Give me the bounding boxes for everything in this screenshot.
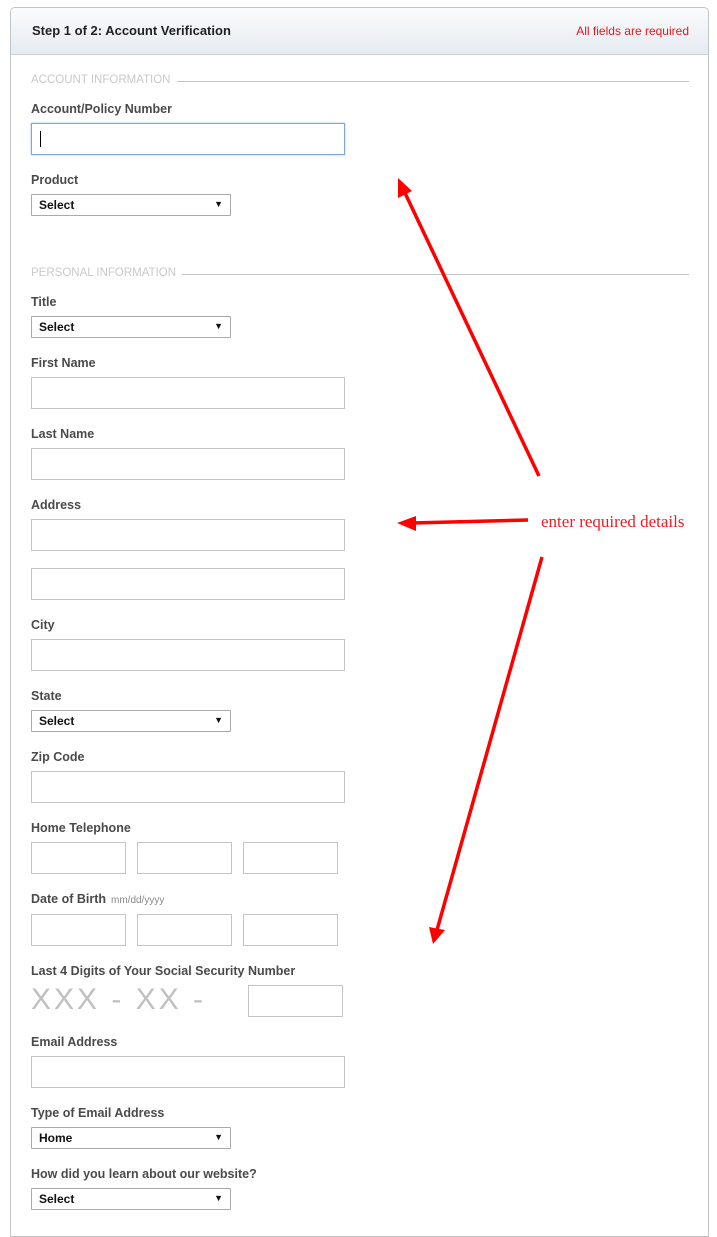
dob-year-input[interactable] bbox=[243, 914, 338, 946]
product-select[interactable]: Select ▼ bbox=[31, 194, 231, 216]
panel-header: Step 1 of 2: Account Verification All fi… bbox=[11, 8, 708, 55]
select-value: Select bbox=[39, 198, 75, 212]
referral-select[interactable]: Select ▼ bbox=[31, 1188, 231, 1210]
phone-line-number-input[interactable] bbox=[243, 842, 338, 874]
product-label: Product bbox=[31, 173, 79, 187]
phone-prefix-input[interactable] bbox=[137, 842, 232, 874]
account-number-label: Account/Policy Number bbox=[31, 102, 172, 116]
dob-month-input[interactable] bbox=[31, 914, 126, 946]
first-name-input[interactable] bbox=[31, 377, 345, 409]
first-name-label: First Name bbox=[31, 356, 96, 370]
address-label: Address bbox=[31, 498, 82, 512]
date-of-birth-label: Date of Birth mm/dd/yyyy bbox=[31, 892, 164, 906]
title-label: Title bbox=[31, 295, 57, 309]
select-value: Select bbox=[39, 714, 75, 728]
last-name-label: Last Name bbox=[31, 427, 95, 441]
select-value: Home bbox=[39, 1131, 73, 1145]
ssn-last4-input[interactable] bbox=[248, 985, 343, 1017]
city-input[interactable] bbox=[31, 639, 345, 671]
annotation-text: enter required details bbox=[541, 512, 685, 531]
email-type-label: Type of Email Address bbox=[31, 1106, 165, 1120]
zip-code-input[interactable] bbox=[31, 771, 345, 803]
city-label: City bbox=[31, 618, 55, 632]
ssn-mask: XXX - XX - bbox=[31, 983, 207, 1016]
chevron-down-icon: ▼ bbox=[214, 715, 223, 725]
last-name-input[interactable] bbox=[31, 448, 345, 480]
email-input[interactable] bbox=[31, 1056, 345, 1088]
dob-day-input[interactable] bbox=[137, 914, 232, 946]
section-label: PERSONAL INFORMATION bbox=[31, 267, 183, 279]
state-select[interactable]: Select ▼ bbox=[31, 710, 231, 732]
zip-code-label: Zip Code bbox=[31, 750, 85, 764]
referral-label: How did you learn about our website? bbox=[31, 1167, 257, 1181]
chevron-down-icon: ▼ bbox=[214, 321, 223, 331]
section-account-information: ACCOUNT INFORMATION bbox=[31, 74, 689, 88]
account-number-input[interactable] bbox=[31, 123, 345, 155]
select-value: Select bbox=[39, 320, 75, 334]
ssn-label: Last 4 Digits of Your Social Security Nu… bbox=[31, 964, 296, 978]
chevron-down-icon: ▼ bbox=[214, 1132, 223, 1142]
chevron-down-icon: ▼ bbox=[214, 1193, 223, 1203]
home-telephone-label: Home Telephone bbox=[31, 821, 131, 835]
title-select[interactable]: Select ▼ bbox=[31, 316, 231, 338]
step-title: Step 1 of 2: Account Verification bbox=[32, 23, 231, 38]
address-line1-input[interactable] bbox=[31, 519, 345, 551]
state-label: State bbox=[31, 689, 62, 703]
chevron-down-icon: ▼ bbox=[214, 199, 223, 209]
account-verification-panel: Step 1 of 2: Account Verification All fi… bbox=[10, 7, 709, 1237]
text-caret bbox=[40, 131, 41, 147]
email-type-select[interactable]: Home ▼ bbox=[31, 1127, 231, 1149]
address-line2-input[interactable] bbox=[31, 568, 345, 600]
select-value: Select bbox=[39, 1192, 75, 1206]
section-personal-information: PERSONAL INFORMATION bbox=[31, 267, 689, 281]
section-label: ACCOUNT INFORMATION bbox=[31, 74, 177, 86]
date-format-hint: mm/dd/yyyy bbox=[111, 895, 165, 906]
date-of-birth-label-text: Date of Birth bbox=[31, 892, 106, 906]
phone-area-code-input[interactable] bbox=[31, 842, 126, 874]
required-fields-note: All fields are required bbox=[576, 24, 689, 38]
email-label: Email Address bbox=[31, 1035, 118, 1049]
